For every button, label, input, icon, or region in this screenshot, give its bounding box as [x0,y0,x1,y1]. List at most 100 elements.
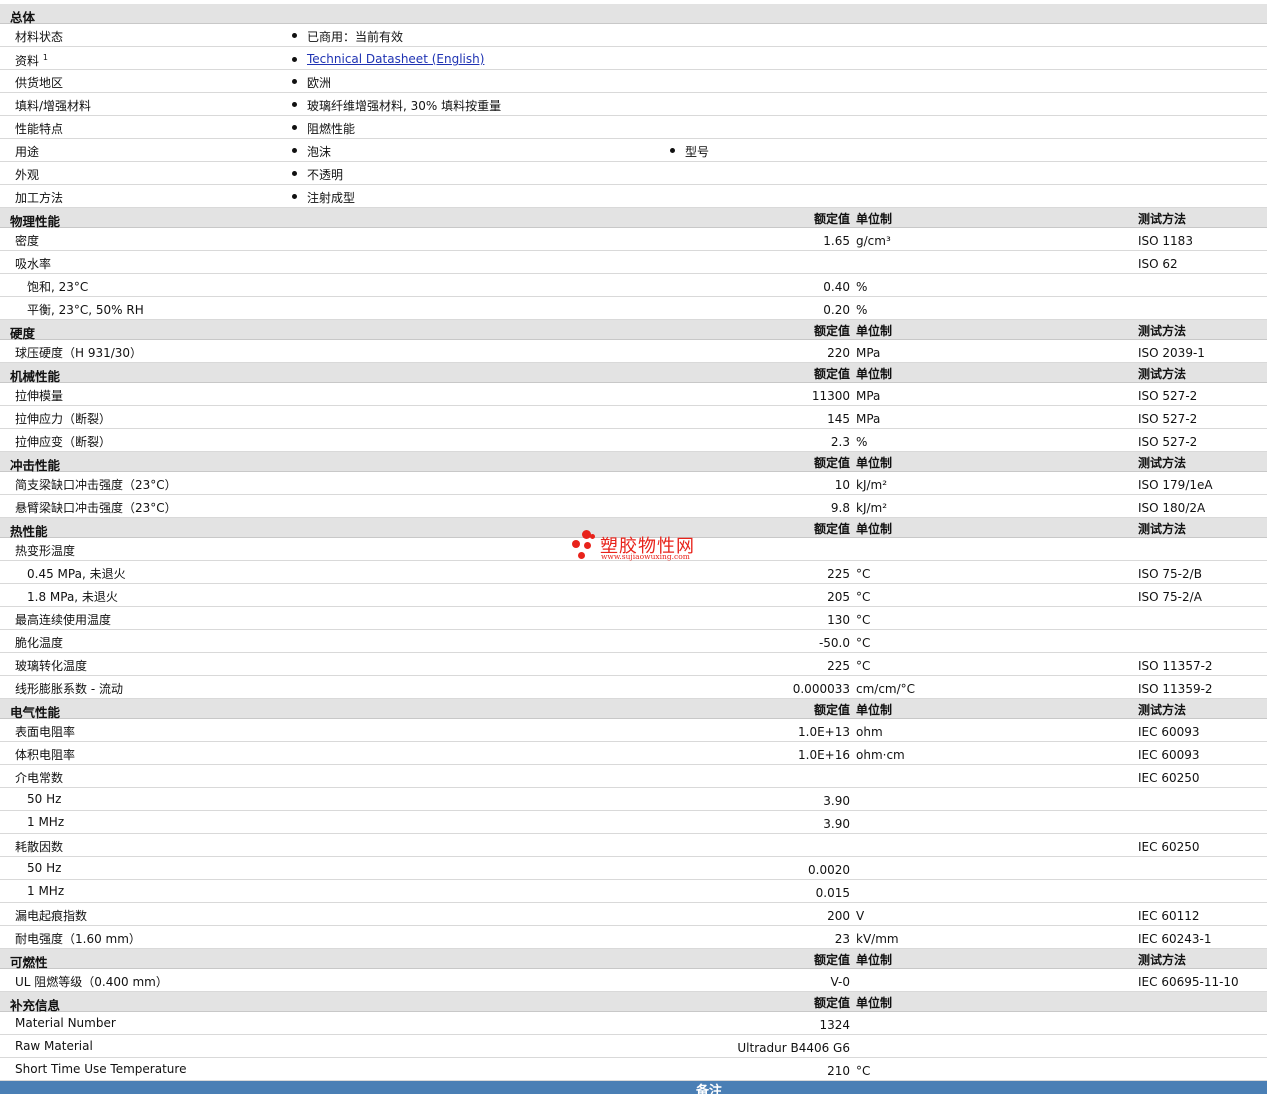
section-impact: 冲击性能 额定值 单位制 测试方法 [0,452,1267,473]
row-value: 泡沫 [307,145,332,159]
property-unit: ohm·cm [856,748,905,762]
property-label: Material Number [15,1016,116,1030]
technical-datasheet-link[interactable]: Technical Datasheet (English) [307,52,484,66]
property-label: 平衡, 23°C, 50% RH [27,303,144,317]
row-value: 注射成型 [307,191,356,205]
test-method: IEC 60093 [1138,748,1200,762]
test-method: IEC 60093 [1138,725,1200,739]
property-row-matnum: Material Number 1324 [0,1012,1267,1035]
property-row-ul: UL 阻燃等级（0.400 mm） V-0 IEC 60695-11-10 [0,969,1267,992]
test-method: ISO 527-2 [1138,389,1198,403]
property-label: Short Time Use Temperature [15,1062,187,1076]
property-label: 悬臂梁缺口冲击强度（23°C） [15,501,177,515]
docs-label: 资料 [15,54,40,68]
property-row-izod: 悬臂梁缺口冲击强度（23°C） 9.8 kJ/m² ISO 180/2A [0,495,1267,518]
property-value: 11300 [811,389,850,403]
header-test-method: 测试方法 [1138,703,1187,717]
property-label: 1 MHz [27,815,65,829]
property-label: 球压硬度（H 931/30） [15,346,143,360]
property-value: -50.0 [818,636,850,650]
row-value: 阻燃性能 [307,122,356,136]
header-unit: 单位制 [856,522,893,536]
property-value: 0.40 [823,280,850,294]
property-label: 耗散因数 [15,840,64,854]
property-label: 吸水率 [15,257,52,271]
bullet-icon [670,148,675,153]
property-value: 225 [827,659,850,673]
test-method: IEC 60695-11-10 [1138,975,1239,989]
header-rated: 额定值 [813,522,850,536]
property-label: 耐电强度（1.60 mm） [15,932,141,946]
property-unit: % [856,280,868,294]
row-label: 资料 1 [15,52,48,69]
property-value: V-0 [830,975,850,989]
property-unit: MPa [856,412,881,426]
general-row-docs: 资料 1 Technical Datasheet (English) [0,47,1267,70]
property-label: 表面电阻率 [15,725,76,739]
test-method: ISO 527-2 [1138,435,1198,449]
row-label: 性能特点 [15,122,64,136]
general-row-feature: 性能特点 阻燃性能 [0,116,1267,139]
property-unit: °C [856,613,871,627]
property-row-tg: 玻璃转化温度 225 °C ISO 11357-2 [0,653,1267,676]
property-value: 9.8 [830,501,850,515]
header-rated: 额定值 [813,703,850,717]
row-label: 外观 [15,168,40,182]
bullet-icon [292,102,297,107]
bullet-icon [292,171,297,176]
test-method: ISO 62 [1138,257,1178,271]
property-label: 拉伸模量 [15,389,64,403]
property-row-dissip50: 50 Hz 0.0020 [0,857,1267,880]
property-row-tstrain: 拉伸应变（断裂） 2.3% ISO 527-2 [0,429,1267,452]
property-value: 0.20 [823,303,850,317]
watermark-url: www.sujiaowuxing.com [601,552,690,561]
property-value: 0.0020 [808,863,850,877]
section-physical: 物理性能 额定值 单位制 测试方法 [0,208,1267,229]
property-row-shorttime: Short Time Use Temperature 210 °C [0,1058,1267,1081]
property-value: 145 [827,412,850,426]
row-label: 加工方法 [15,191,64,205]
property-value: 200 [827,909,850,923]
row-value: 型号 [685,145,710,159]
property-unit: °C [856,636,871,650]
header-test-method: 测试方法 [1138,522,1187,536]
property-value: 1.0E+16 [798,748,850,762]
bullet-icon [292,125,297,130]
test-method: IEC 60112 [1138,909,1200,923]
property-label: 1 MHz [27,884,65,898]
property-row-tmod: 拉伸模量 11300 MPa ISO 527-2 [0,383,1267,406]
property-unit: V [856,909,865,923]
row-value: 玻璃纤维增强材料, 30% 填料按重量 [307,99,502,113]
property-label: 介电常数 [15,771,64,785]
property-unit: °C [856,567,871,581]
header-unit: 单位制 [856,367,893,381]
header-test-method: 测试方法 [1138,367,1187,381]
header-rated: 额定值 [813,212,850,226]
general-row-process: 加工方法 注射成型 [0,185,1267,208]
row-value: 不透明 [307,168,344,182]
notes-label: 备注 [696,1084,723,1099]
property-label: 线形膨胀系数 - 流动 [15,682,123,696]
header-unit: 单位制 [856,324,893,338]
property-row-water_eq: 平衡, 23°C, 50% RH 0.20% [0,297,1267,320]
property-value: 0.000033 [792,682,850,696]
general-row-status: 材料状态 已商用：当前有效 [0,24,1267,47]
row-label: 供货地区 [15,76,64,90]
property-label: 饱和, 23°C [27,280,89,294]
site-watermark-logo: 塑胶物性网 www.sujiaowuxing.com [572,530,702,566]
property-value: 0.015 [815,886,850,900]
property-value: 1.0E+13 [798,725,850,739]
bullet-icon [292,79,297,84]
property-unit: kJ/m² [856,478,888,492]
property-label: 漏电起痕指数 [15,909,88,923]
property-value: 10 [834,478,850,492]
row-label: 填料/增强材料 [15,99,92,113]
header-unit: 单位制 [856,703,893,717]
test-method: IEC 60250 [1138,840,1200,854]
test-method: IEC 60243-1 [1138,932,1212,946]
property-unit: MPa [856,346,881,360]
property-value: 130 [827,613,850,627]
section-flammability: 可燃性 额定值 单位制 测试方法 [0,949,1267,970]
property-label: 50 Hz [27,861,62,875]
bullet-icon [292,57,297,62]
